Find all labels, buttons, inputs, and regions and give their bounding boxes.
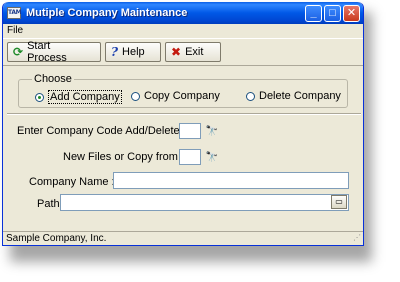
company-name-label: Company Name : bbox=[29, 176, 115, 188]
radio-copy-company[interactable]: Copy Company bbox=[131, 90, 220, 102]
radio-indicator[interactable] bbox=[131, 91, 140, 101]
radio-label: Delete Company bbox=[259, 90, 341, 102]
x-icon: ✖ bbox=[171, 45, 182, 59]
binoculars-icon[interactable]: 🔭 bbox=[203, 123, 221, 139]
menu-bar: File bbox=[3, 24, 363, 38]
question-mark-icon: ? bbox=[111, 45, 119, 59]
choose-legend: Choose bbox=[32, 73, 74, 85]
start-process-button[interactable]: ⟳ Start Process bbox=[7, 40, 101, 64]
company-name-input[interactable] bbox=[113, 172, 349, 189]
exit-label: Exit bbox=[185, 46, 204, 58]
close-button[interactable]: ✕ bbox=[343, 4, 360, 22]
status-bar: Sample Company, Inc. ⋰ bbox=[3, 231, 363, 245]
start-process-label: Start Process bbox=[27, 40, 67, 64]
main-window: TAM Mutiple Company Maintenance _ □ ✕ Fi… bbox=[2, 2, 364, 246]
window-title: Mutiple Company Maintenance bbox=[26, 7, 188, 19]
app-icon: TAM bbox=[7, 7, 22, 19]
maximize-button[interactable]: □ bbox=[324, 4, 341, 22]
help-label: Help bbox=[122, 46, 145, 58]
binoculars-icon[interactable]: 🔭 bbox=[203, 149, 221, 165]
status-text: Sample Company, Inc. bbox=[6, 233, 107, 244]
menu-file[interactable]: File bbox=[7, 25, 23, 36]
resize-grip-icon[interactable]: ⋰ bbox=[353, 231, 361, 244]
radio-indicator[interactable] bbox=[246, 91, 255, 101]
company-code-label: Enter Company Code Add/Delete? : bbox=[17, 125, 192, 137]
toolbar: ⟳ Start Process ? Help ✖ Exit bbox=[3, 38, 363, 66]
path-input[interactable] bbox=[60, 194, 349, 211]
folder-browse-icon[interactable]: ▭ bbox=[331, 195, 347, 209]
section-divider bbox=[7, 113, 361, 115]
minimize-button[interactable]: _ bbox=[305, 4, 322, 22]
exit-button[interactable]: ✖ Exit bbox=[165, 42, 221, 62]
radio-add-company[interactable]: Add Company bbox=[35, 90, 122, 104]
copy-from-input[interactable] bbox=[179, 149, 201, 165]
path-label: Path bbox=[37, 198, 60, 210]
company-code-input[interactable] bbox=[179, 123, 201, 139]
radio-indicator[interactable] bbox=[35, 92, 44, 102]
refresh-icon: ⟳ bbox=[13, 45, 24, 59]
copy-from-label: New Files or Copy from : bbox=[63, 151, 185, 163]
radio-delete-company[interactable]: Delete Company bbox=[246, 90, 341, 102]
radio-label: Copy Company bbox=[144, 90, 220, 102]
title-bar[interactable]: TAM Mutiple Company Maintenance _ □ ✕ bbox=[3, 2, 363, 24]
radio-label: Add Company bbox=[48, 90, 122, 104]
help-button[interactable]: ? Help bbox=[105, 42, 161, 62]
